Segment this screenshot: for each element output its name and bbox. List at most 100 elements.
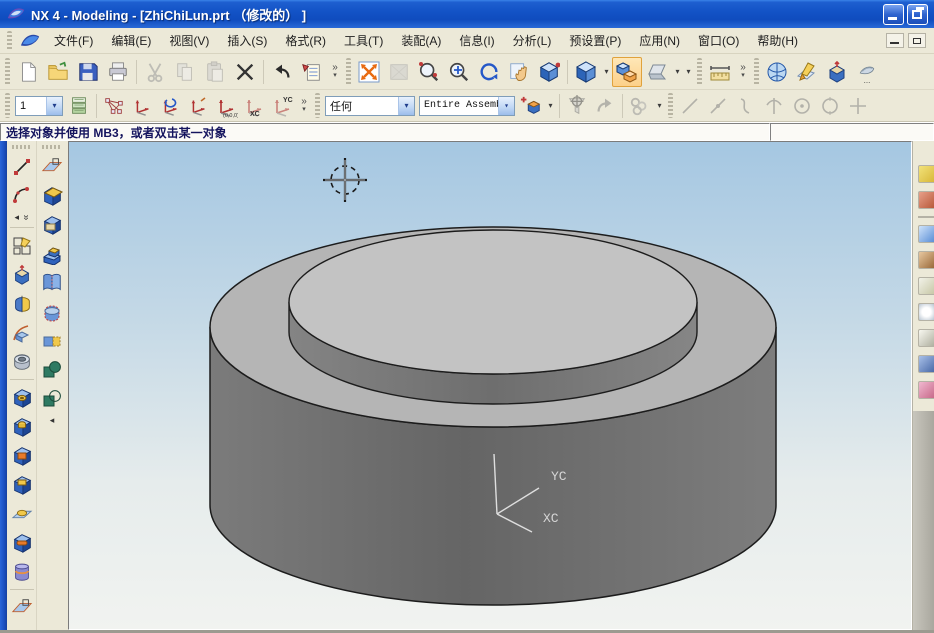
copy-button[interactable] [170, 57, 200, 87]
rotate-csys-button[interactable] [156, 93, 184, 119]
subtract-button[interactable] [39, 385, 66, 412]
new-button[interactable] [13, 57, 43, 87]
layer-combo[interactable]: 1 ▾ [15, 96, 63, 116]
cylinder-button[interactable] [39, 211, 66, 238]
analysis-sphere-button[interactable] [762, 57, 792, 87]
find-component-dropdown[interactable]: ▾ [545, 101, 556, 110]
feature-box-button[interactable] [822, 57, 852, 87]
zoom-box-button[interactable] [384, 57, 414, 87]
datum-plane-button[interactable] [39, 153, 66, 180]
paste-button[interactable] [200, 57, 230, 87]
split-body-button[interactable] [39, 327, 66, 354]
arc-button[interactable] [8, 182, 35, 209]
freeform-sheet-button[interactable]: ... [852, 57, 882, 87]
snap-mid-button[interactable] [704, 93, 732, 119]
menu-view[interactable]: 视图(V) [160, 29, 218, 52]
wireframe-view-button[interactable] [642, 57, 672, 87]
sketch-button[interactable] [8, 232, 35, 259]
shell-button[interactable] [39, 269, 66, 296]
mdi-restore-button[interactable] [908, 33, 926, 48]
save-button[interactable] [73, 57, 103, 87]
hole-button[interactable] [8, 384, 35, 411]
toolbar-grip[interactable] [12, 145, 32, 149]
menu-application[interactable]: 应用(N) [630, 29, 689, 52]
xc-axis-button[interactable]: XC [240, 93, 268, 119]
sidebar-collapse-arrow[interactable]: ◂ [50, 415, 55, 426]
wireframe-dropdown[interactable]: ▾ [672, 67, 683, 76]
unite-button[interactable] [39, 356, 66, 383]
clipboard-notes-button[interactable] [297, 57, 327, 87]
roles-tab[interactable] [918, 355, 934, 373]
zoom-in-out-button[interactable] [444, 57, 474, 87]
sidebar-expand-chevrons[interactable]: » [20, 214, 31, 220]
snap-tangent-button[interactable] [732, 93, 760, 119]
block-button[interactable] [39, 182, 66, 209]
history-tab[interactable] [918, 251, 934, 269]
menu-window[interactable]: 窗口(O) [689, 29, 748, 52]
trim-body-button[interactable] [39, 298, 66, 325]
selection-filter-combo[interactable]: 任何 ▾ [325, 96, 415, 116]
toolbar-grip[interactable] [668, 93, 673, 118]
restore-button[interactable] [907, 4, 928, 25]
selection-funnel-button[interactable] [563, 93, 591, 119]
measure-distance-button[interactable] [705, 57, 735, 87]
menu-assemblies[interactable]: 装配(A) [392, 29, 450, 52]
toolbar-grip[interactable] [5, 93, 10, 118]
toolbar-grip[interactable] [754, 58, 759, 86]
menu-insert[interactable]: 插入(S) [218, 29, 276, 52]
part-boss-top-face[interactable] [289, 230, 697, 374]
fit-view-button[interactable] [354, 57, 384, 87]
point-set-button[interactable] [100, 93, 128, 119]
part-navigator-tab[interactable] [918, 191, 934, 209]
sketch-task-button[interactable] [792, 57, 822, 87]
reselect-button[interactable] [591, 93, 619, 119]
view-toolbar-options[interactable]: ▾ [683, 67, 694, 76]
zoom-region-button[interactable] [414, 57, 444, 87]
dynamic-csys-button[interactable] [184, 93, 212, 119]
revolve-button[interactable] [8, 290, 35, 317]
shaded-view-dropdown[interactable]: ▾ [601, 67, 612, 76]
step-boss-button[interactable] [39, 240, 66, 267]
line-button[interactable] [8, 153, 35, 180]
snap-center-button[interactable] [788, 93, 816, 119]
reuse-library-tab[interactable] [918, 329, 934, 347]
sweep-button[interactable] [8, 319, 35, 346]
tube-button[interactable] [8, 348, 35, 375]
groove-button[interactable] [8, 558, 35, 585]
extrude-button[interactable] [8, 261, 35, 288]
toolbar-grip[interactable] [5, 58, 10, 86]
chain-selection-button[interactable] [626, 93, 654, 119]
slot-button[interactable] [8, 529, 35, 556]
delete-button[interactable] [230, 57, 260, 87]
toolbar-grip[interactable] [346, 58, 351, 86]
system-scenes-tab[interactable] [918, 381, 934, 399]
menu-information[interactable]: 信息(I) [450, 29, 503, 52]
assembly-navigator-tab[interactable] [918, 165, 934, 183]
chain-selection-dropdown[interactable]: ▾ [654, 101, 665, 110]
layer-settings-button[interactable] [65, 93, 93, 119]
shaded-view-button[interactable] [571, 57, 601, 87]
clock-tab[interactable] [918, 303, 934, 321]
datum-csys-button[interactable] [8, 594, 35, 621]
toolbar-grip[interactable] [697, 58, 702, 86]
undo-button[interactable] [267, 57, 297, 87]
toolbar-grip[interactable] [315, 93, 320, 118]
selection-scope-combo[interactable]: Entire Assemb ▾ [419, 96, 515, 116]
sidebar-back-arrow[interactable]: ◂ [14, 212, 19, 223]
pad-button[interactable] [8, 471, 35, 498]
snap-intersection-button[interactable] [760, 93, 788, 119]
menu-preferences[interactable]: 预设置(P) [560, 29, 630, 52]
snap-quadrant-button[interactable] [816, 93, 844, 119]
utility-toolbar-overflow[interactable]: »▾ [296, 91, 312, 121]
snap-end-button[interactable] [676, 93, 704, 119]
origin-csys-button[interactable]: (0,0,0) [212, 93, 240, 119]
menu-analysis[interactable]: 分析(L) [504, 29, 561, 52]
shaded-with-edges-button[interactable] [612, 57, 642, 87]
menu-help[interactable]: 帮助(H) [748, 29, 807, 52]
print-button[interactable] [103, 57, 133, 87]
boss-button[interactable] [8, 413, 35, 440]
menu-edit[interactable]: 编辑(E) [102, 29, 160, 52]
snap-point-button[interactable] [844, 93, 872, 119]
toolbar-grip[interactable] [42, 145, 62, 149]
pan-view-button[interactable] [504, 57, 534, 87]
